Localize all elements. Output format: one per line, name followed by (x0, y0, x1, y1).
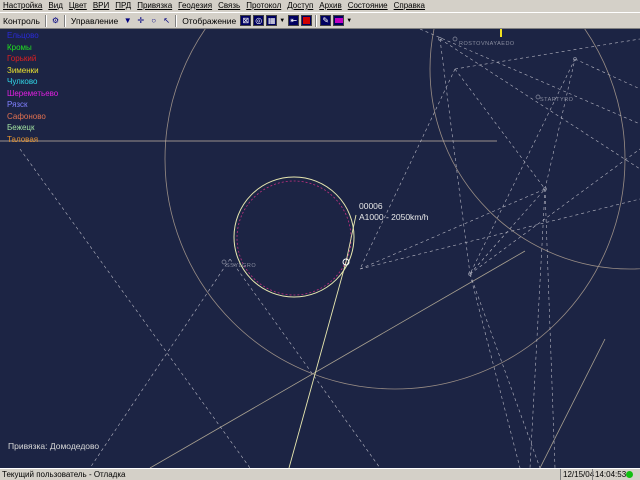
target-id: 00006 (359, 201, 383, 211)
connection-status-icon (626, 471, 633, 478)
legend-item[interactable]: Зименки (7, 65, 58, 77)
legend-item[interactable]: Таловая (7, 134, 58, 146)
legend-item[interactable]: Бежецк (7, 122, 58, 134)
legend-item[interactable]: Шереметьево (7, 88, 58, 100)
waypoint-label: SSYLGRO (226, 263, 257, 269)
target-zone-circle (236, 180, 352, 296)
legend-label: Кромы (7, 42, 32, 52)
legend-label: Таловая (7, 134, 39, 144)
crosshair-icon[interactable]: ✛ (135, 15, 146, 26)
menu-state[interactable]: Состояние (345, 0, 391, 12)
site-legend: Ельцово Кромы Горький Зименки Чулково Ше… (7, 30, 58, 145)
menu-communication[interactable]: Связь (215, 0, 243, 12)
status-bar: Текущий пользователь - Отладка 12/15/04 … (0, 468, 640, 480)
display-table-icon[interactable]: ▦ (266, 15, 278, 26)
route-line (539, 338, 606, 468)
legend-label: Ельцово (7, 31, 39, 40)
menu-geodesy[interactable]: Геодезия (175, 0, 215, 12)
menu-access[interactable]: Доступ (284, 0, 316, 12)
display-label: Отображение (182, 15, 237, 26)
toolbar-separator (44, 14, 47, 27)
legend-label: Рязск (7, 100, 28, 109)
antenna-icon[interactable]: ▼ (122, 15, 133, 26)
waypoint-label: STARTYRO (540, 97, 574, 103)
menu-color[interactable]: Цвет (66, 0, 90, 12)
target-range-circle (233, 176, 355, 298)
legend-label: Шереметьево (7, 88, 59, 98)
binding-text: Привязка: Домодедово (8, 441, 100, 451)
toolbar-separator (315, 14, 318, 27)
legend-label: Зименки (7, 65, 39, 75)
target-label[interactable]: 00006 A1000 - 2050km/h (359, 201, 428, 223)
cursor-select-icon[interactable]: ↖ (161, 15, 172, 26)
legend-item[interactable]: Кромы (7, 42, 58, 54)
airways (19, 29, 640, 468)
radar-map[interactable]: Ельцово Кромы Горький Зименки Чулково Ше… (0, 29, 640, 468)
chevron-down-icon[interactable]: ▼ (346, 18, 352, 24)
range-ring (429, 29, 640, 270)
toolbar-separator (175, 14, 178, 27)
status-time: 14:04:53 (592, 469, 626, 480)
chevron-down-icon[interactable]: ▼ (279, 18, 285, 24)
control-settings-icon[interactable]: ⚙ (50, 15, 61, 26)
target-info: A1000 - 2050km/h (359, 212, 429, 222)
menu-binding[interactable]: Привязка (134, 0, 175, 12)
management-label: Управление (70, 15, 119, 26)
menu-archive[interactable]: Архив (316, 0, 344, 12)
waypoint-markers (221, 36, 577, 276)
menu-vri[interactable]: ВРИ (90, 0, 112, 12)
menu-settings[interactable]: Настройка (0, 0, 45, 12)
zoom-icon[interactable]: ○ (148, 15, 159, 26)
legend-item[interactable]: Чулково (7, 76, 58, 88)
legend-item[interactable]: Ельцово (7, 30, 58, 42)
legend-label: Чулково (7, 77, 38, 86)
color-palette-icon[interactable] (333, 15, 345, 26)
legend-item[interactable]: Сафоново (7, 111, 58, 123)
current-user-text: Текущий пользователь - Отладка (2, 470, 126, 479)
toolbar: Контроль ⚙ Управление ▼ ✛ ○ ↖ Отображени… (0, 12, 640, 29)
menu-prd[interactable]: ПРД (112, 0, 134, 12)
legend-item[interactable]: Рязск (7, 99, 58, 111)
menu-protocol[interactable]: Протокол (243, 0, 284, 12)
legend-label: Бежецк (7, 123, 35, 132)
control-button[interactable]: Контроль (0, 16, 43, 26)
menu-bar: Настройка Вид Цвет ВРИ ПРД Привязка Геод… (0, 0, 640, 12)
target-track-line (288, 261, 347, 468)
red-marker-icon[interactable] (301, 15, 313, 26)
toolbar-separator (63, 14, 66, 27)
range-ruler-icon[interactable]: ⇤ (288, 15, 300, 26)
legend-item[interactable]: Горький (7, 53, 58, 65)
display-radar-icon[interactable]: ◎ (253, 15, 265, 26)
status-date: 12/15/04 (560, 469, 594, 480)
menu-help[interactable]: Справка (391, 0, 428, 12)
menu-view[interactable]: Вид (45, 0, 65, 12)
display-grid-icon[interactable]: ⊠ (240, 15, 252, 26)
legend-label: Горький (7, 54, 37, 63)
route-line (149, 250, 526, 468)
pencil-icon[interactable]: ✎ (320, 15, 332, 26)
map-canvas (0, 29, 640, 468)
legend-label: Сафоново (7, 111, 46, 121)
waypoint-label: ROSTOVNAYAEDO (459, 41, 515, 47)
